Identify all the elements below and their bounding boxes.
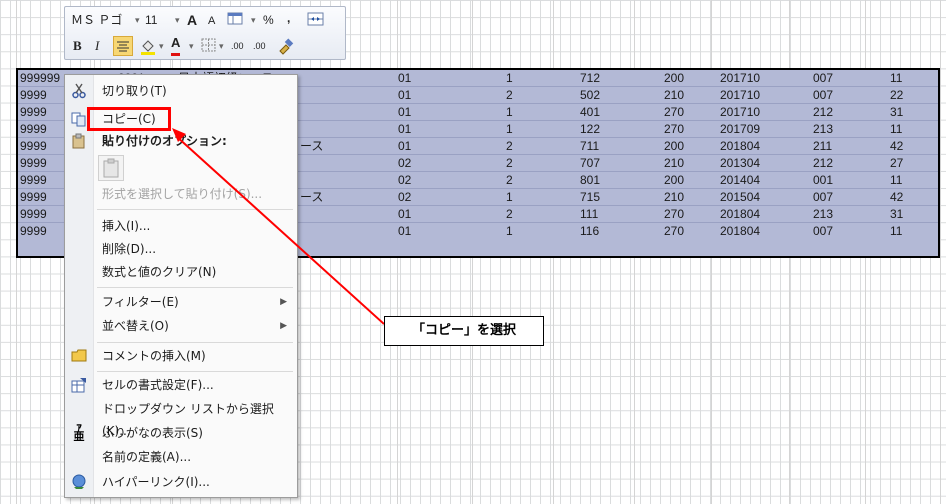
annotation-arrow (172, 128, 385, 325)
callout-label: 「コピー」を選択 (384, 316, 544, 346)
